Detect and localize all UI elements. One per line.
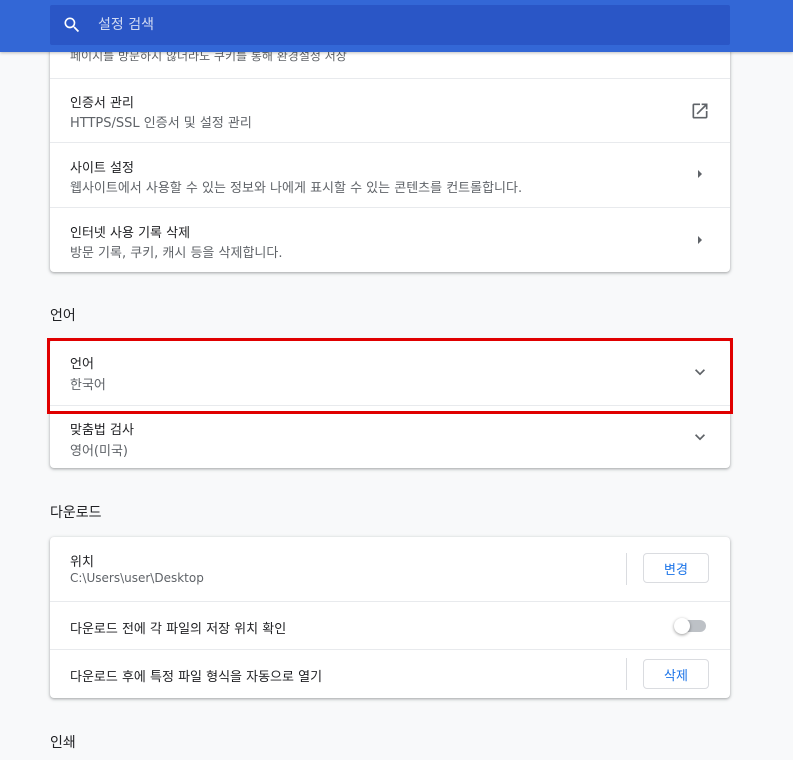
search-icon bbox=[64, 17, 80, 33]
spell-check-row[interactable]: 맞춤법 검사 영어(미국) bbox=[50, 405, 730, 469]
section-title-printing: 인쇄 bbox=[50, 735, 76, 751]
download-location-path: C:\Users\user\Desktop bbox=[70, 571, 204, 585]
arrow-right-icon bbox=[698, 170, 702, 178]
search-input[interactable] bbox=[96, 16, 700, 34]
chevron-down-icon[interactable] bbox=[690, 427, 710, 447]
download-location-row: 위치 C:\Users\user\Desktop 변경 bbox=[50, 537, 730, 601]
divider bbox=[626, 553, 627, 585]
clear-browsing-data-row[interactable]: 인터넷 사용 기록 삭제 방문 기록, 쿠키, 캐시 등을 삭제합니다. bbox=[50, 207, 730, 273]
ask-download-location-row[interactable]: 다운로드 전에 각 파일의 저장 위치 확인 bbox=[50, 601, 730, 650]
ask-download-toggle[interactable] bbox=[674, 618, 690, 634]
spell-check-title: 맞춤법 검사 bbox=[70, 423, 134, 438]
site-settings-row[interactable]: 사이트 설정 웹사이트에서 사용할 수 있는 정보와 나에게 표시할 수 있는 … bbox=[50, 142, 730, 208]
clear-auto-open-button[interactable]: 삭제 bbox=[643, 659, 709, 689]
open-in-new-icon[interactable] bbox=[690, 101, 710, 121]
manage-certificates-row[interactable]: 인증서 관리 HTTPS/SSL 인증서 및 설정 관리 bbox=[50, 78, 730, 143]
arrow-right-icon bbox=[698, 236, 702, 244]
downloads-card: 위치 C:\Users\user\Desktop 변경 다운로드 전에 각 파일… bbox=[50, 537, 730, 698]
clear-browsing-data-title: 인터넷 사용 기록 삭제 bbox=[70, 226, 191, 241]
manage-certificates-title: 인증서 관리 bbox=[70, 96, 134, 111]
auto-open-row: 다운로드 후에 특정 파일 형식을 자동으로 열기 삭제 bbox=[50, 649, 730, 699]
manage-certificates-subtitle: HTTPS/SSL 인증서 및 설정 관리 bbox=[70, 116, 252, 131]
site-settings-title: 사이트 설정 bbox=[70, 161, 134, 176]
download-location-title: 위치 bbox=[70, 555, 94, 570]
ask-download-location-label: 다운로드 전에 각 파일의 저장 위치 확인 bbox=[70, 622, 287, 637]
language-card: 언어 한국어 맞춤법 검사 영어(미국) bbox=[50, 340, 730, 468]
spell-check-subtitle: 영어(미국) bbox=[70, 444, 128, 459]
change-location-button[interactable]: 변경 bbox=[643, 553, 709, 583]
section-title-downloads: 다운로드 bbox=[50, 505, 102, 521]
section-title-language: 언어 bbox=[50, 308, 76, 324]
auto-open-label: 다운로드 후에 특정 파일 형식을 자동으로 열기 bbox=[70, 670, 323, 685]
languages-row[interactable]: 언어 한국어 bbox=[50, 340, 730, 405]
chevron-down-icon[interactable] bbox=[690, 362, 710, 382]
clear-browsing-data-subtitle: 방문 기록, 쿠키, 캐시 등을 삭제합니다. bbox=[70, 246, 283, 261]
divider bbox=[626, 658, 627, 690]
site-settings-subtitle: 웹사이트에서 사용할 수 있는 정보와 나에게 표시할 수 있는 콘텐츠를 컨트… bbox=[70, 181, 523, 196]
languages-title: 언어 bbox=[70, 357, 94, 372]
settings-toolbar bbox=[0, 0, 793, 52]
search-box[interactable] bbox=[50, 5, 730, 45]
languages-subtitle: 한국어 bbox=[70, 378, 106, 393]
